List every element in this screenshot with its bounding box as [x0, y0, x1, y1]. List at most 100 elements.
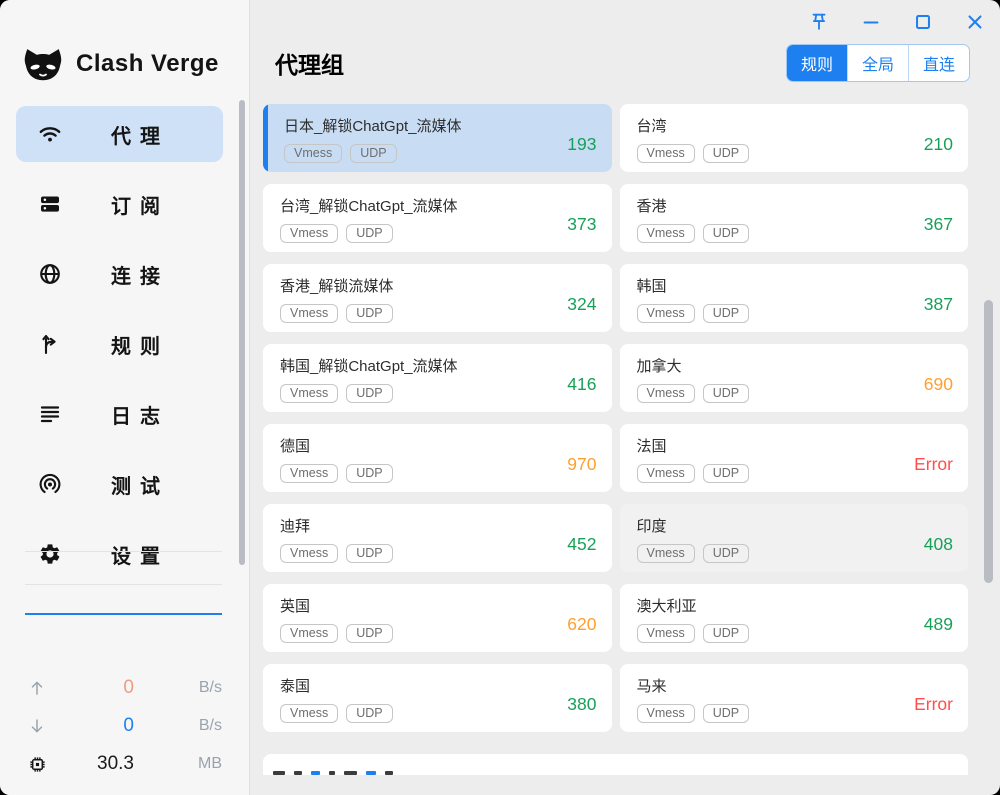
partial-proxy-group-card[interactable] [263, 754, 968, 775]
protocol-badge: Vmess [637, 624, 695, 643]
proxy-card[interactable]: 马来 VmessUDP Error [620, 664, 969, 732]
proxy-grid: 日本_解锁ChatGpt_流媒体 VmessUDP 193 台湾 VmessUD… [263, 96, 968, 775]
protocol-badge: Vmess [284, 144, 342, 163]
proxy-name: 法国 [637, 435, 885, 456]
rules-icon [38, 332, 66, 356]
proxy-badges: Vmess UDP [280, 624, 612, 643]
minimize-icon [860, 11, 882, 33]
proxy-badges: VmessUDP [637, 624, 969, 643]
upload-speed-row: 0 B/s [28, 669, 222, 707]
protocol-badge: UDP [703, 544, 749, 563]
divider [25, 551, 222, 552]
sidebar-item-label: 代理 [66, 120, 223, 149]
latency-value: 373 [567, 214, 596, 235]
proxy-name: 韩国 [637, 275, 885, 296]
proxy-card[interactable]: 韩国_解锁ChatGpt_流媒体 VmessUDP 416 [263, 344, 612, 412]
sidebar-item-settings[interactable]: 设置 [16, 526, 223, 582]
sidebar-item-rules[interactable]: 规则 [16, 316, 223, 372]
memory-usage-value: 30.3 [54, 753, 134, 775]
divider [25, 584, 222, 585]
proxy-card[interactable]: 泰国 VmessUDP 380 [263, 664, 612, 732]
latency-value: 416 [567, 374, 596, 395]
protocol-badge: Vmess [637, 144, 695, 163]
minimize-button[interactable] [859, 10, 883, 34]
maximize-button[interactable] [911, 10, 935, 34]
proxy-badges: Vmess UDP [637, 144, 969, 163]
proxy-card[interactable]: 加拿大 VmessUDP 690 [620, 344, 969, 412]
proxy-list-scrollbar[interactable] [984, 300, 993, 583]
proxy-name: 印度 [637, 515, 885, 536]
proxy-badges: VmessUDP [280, 304, 612, 323]
sidebar-item-label: 日志 [66, 400, 223, 429]
sidebar-item-connections[interactable]: 连接 [16, 246, 223, 302]
mode-tabs: 规则 全局 直连 [786, 44, 970, 82]
sidebar-item-profiles[interactable]: 订阅 [16, 176, 223, 232]
proxy-name: 英国 [280, 595, 528, 616]
sidebar-item-proxies[interactable]: 代理 [16, 106, 223, 162]
memory-usage-unit: MB [134, 755, 222, 773]
proxy-list-viewport: 日本_解锁ChatGpt_流媒体 VmessUDP 193 台湾 VmessUD… [263, 96, 968, 775]
logs-icon [38, 402, 66, 426]
protocol-badge: UDP [346, 704, 392, 723]
traffic-panel: 0 B/s 0 B/s [0, 669, 248, 795]
tab-rule-mode[interactable]: 规则 [787, 45, 847, 81]
proxy-card[interactable]: 澳大利亚 VmessUDP 489 [620, 584, 969, 652]
latency-value: Error [914, 454, 953, 475]
protocol-badge: UDP [703, 224, 749, 243]
latency-value: 408 [924, 534, 953, 555]
protocol-badge: Vmess [637, 464, 695, 483]
wifi-icon [38, 122, 66, 146]
protocol-badge: UDP [350, 144, 396, 163]
sidebar: Clash Verge 代理 [0, 0, 250, 795]
proxy-card[interactable]: 迪拜 VmessUDP 452 [263, 504, 612, 572]
proxy-badges: Vmess UDP [637, 224, 969, 243]
protocol-badge: UDP [703, 144, 749, 163]
proxy-card[interactable]: 法国 VmessUDP Error [620, 424, 969, 492]
protocol-badge: Vmess [637, 544, 695, 563]
protocol-badge: Vmess [280, 544, 338, 563]
protocol-badge: UDP [346, 624, 392, 643]
proxy-name: 迪拜 [280, 515, 528, 536]
tab-global-mode[interactable]: 全局 [847, 45, 908, 81]
proxy-card[interactable]: 台湾 VmessUDP 210 [620, 104, 969, 172]
cpu-chip-icon [28, 755, 54, 774]
proxy-badges: VmessUDP [637, 304, 969, 323]
proxy-card[interactable]: 香港_解锁流媒体 VmessUDP 324 [263, 264, 612, 332]
protocol-badge: UDP [703, 704, 749, 723]
latency-value: 367 [924, 214, 953, 235]
latency-value: 620 [567, 614, 596, 635]
latency-value: 690 [924, 374, 953, 395]
protocol-badge: Vmess [280, 384, 338, 403]
close-button[interactable] [963, 10, 987, 34]
proxy-name: 泰国 [280, 675, 528, 696]
proxy-card[interactable]: 印度 Vmess UDP 408 [620, 504, 969, 572]
latency-value: 970 [567, 454, 596, 475]
traffic-accent-line [25, 613, 222, 615]
proxy-name: 香港_解锁流媒体 [280, 275, 528, 296]
sidebar-item-label: 设置 [66, 540, 223, 569]
protocol-badge: Vmess [637, 224, 695, 243]
sidebar-item-label: 测试 [66, 470, 223, 499]
proxy-card[interactable]: 德国 VmessUDP 970 [263, 424, 612, 492]
sidebar-item-label: 连接 [66, 260, 223, 289]
memory-usage-row[interactable]: 30.3 MB [28, 745, 222, 783]
protocol-badge: UDP [346, 304, 392, 323]
sidebar-scrollbar[interactable] [239, 100, 245, 565]
protocol-badge: Vmess [280, 704, 338, 723]
sidebar-item-test[interactable]: 测试 [16, 456, 223, 512]
proxy-card[interactable]: 台湾_解锁ChatGpt_流媒体 VmessUDP 373 [263, 184, 612, 252]
proxy-card[interactable]: 韩国 VmessUDP 387 [620, 264, 969, 332]
protocol-badge: UDP [703, 384, 749, 403]
latency-value: Error [914, 694, 953, 715]
tab-direct-mode[interactable]: 直连 [908, 45, 969, 81]
protocol-badge: Vmess [280, 624, 338, 643]
proxy-name: 韩国_解锁ChatGpt_流媒体 [280, 355, 528, 376]
sidebar-item-logs[interactable]: 日志 [16, 386, 223, 442]
proxy-card[interactable]: 日本_解锁ChatGpt_流媒体 VmessUDP 193 [263, 104, 612, 172]
pin-button[interactable] [807, 10, 831, 34]
proxy-card[interactable]: 香港 Vmess UDP 367 [620, 184, 969, 252]
proxy-card[interactable]: 英国 Vmess UDP 620 [263, 584, 612, 652]
app-window: Clash Verge 代理 [0, 0, 1000, 795]
proxy-name: 香港 [637, 195, 885, 216]
arrow-up-icon [28, 679, 54, 697]
